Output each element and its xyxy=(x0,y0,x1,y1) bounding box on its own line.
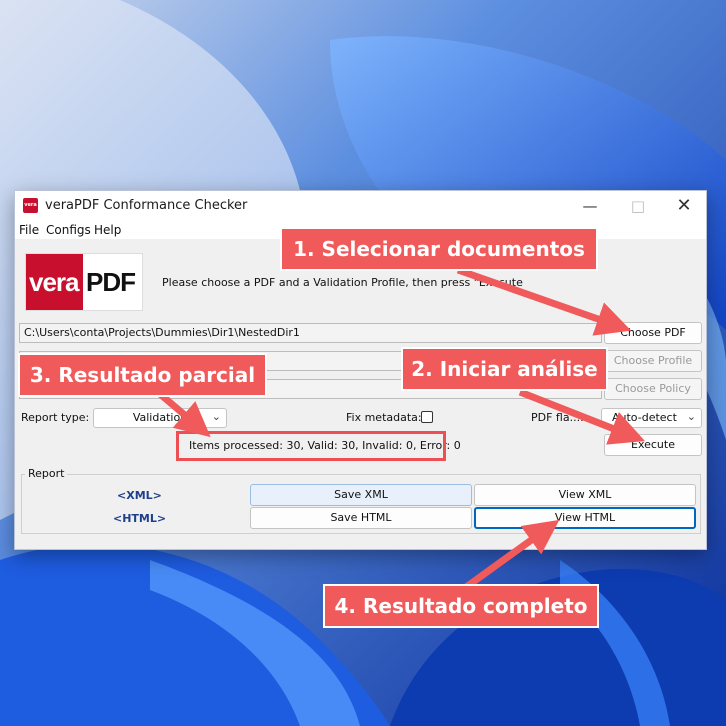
minimize-icon[interactable]: — xyxy=(567,191,613,221)
pdf-flavour-label: PDF fla...: xyxy=(531,411,584,424)
view-html-button[interactable]: View HTML xyxy=(474,507,696,529)
choose-policy-button[interactable]: Choose Policy xyxy=(604,378,702,400)
report-legend: Report xyxy=(25,467,68,480)
callout-step-1: 1. Selecionar documentos xyxy=(280,227,598,271)
pdf-flavour-select[interactable]: Auto-detect ⌄ xyxy=(601,408,702,428)
callout-step-3: 3. Resultado parcial xyxy=(18,353,267,397)
menu-file[interactable]: File xyxy=(19,223,39,237)
title-bar[interactable]: vera veraPDF Conformance Checker — □ ✕ xyxy=(15,191,706,221)
close-icon[interactable]: ✕ xyxy=(661,191,707,221)
fix-metadata-label: Fix metadata: xyxy=(346,411,422,424)
chevron-down-icon: ⌄ xyxy=(211,410,221,423)
window-title: veraPDF Conformance Checker xyxy=(45,198,248,213)
save-html-button[interactable]: Save HTML xyxy=(250,507,472,529)
maximize-icon[interactable]: □ xyxy=(615,191,661,221)
menu-configs[interactable]: Configs xyxy=(46,223,91,237)
callout-step-2: 2. Iniciar análise xyxy=(401,347,608,391)
chevron-down-icon: ⌄ xyxy=(686,410,696,423)
xml-format-label: <XML> xyxy=(117,489,162,502)
report-type-value: Validation xyxy=(132,411,188,424)
html-format-label: <HTML> xyxy=(113,512,167,525)
execute-button[interactable]: Execute xyxy=(604,434,702,456)
logo-vera-text: vera xyxy=(29,267,79,297)
choose-profile-button[interactable]: Choose Profile xyxy=(604,350,702,372)
report-type-label: Report type: xyxy=(21,411,90,424)
report-type-select[interactable]: Validation ⌄ xyxy=(93,408,227,428)
pdf-flavour-value: Auto-detect xyxy=(612,411,677,424)
fix-metadata-checkbox[interactable] xyxy=(421,411,433,423)
view-xml-button[interactable]: View XML xyxy=(474,484,696,506)
logo-pdf-text: PDF xyxy=(86,267,136,297)
verapdf-logo: vera PDF xyxy=(25,253,143,311)
callout-step-4: 4. Resultado completo xyxy=(323,584,599,628)
status-highlight-box xyxy=(176,431,446,461)
verapdf-app-icon: vera xyxy=(23,198,38,213)
pdf-path-field[interactable]: C:\Users\conta\Projects\Dummies\Dir1\Nes… xyxy=(19,323,602,343)
choose-pdf-button[interactable]: Choose PDF xyxy=(604,322,702,344)
save-xml-button[interactable]: Save XML xyxy=(250,484,472,506)
menu-help[interactable]: Help xyxy=(94,223,121,237)
instructions-text: Please choose a PDF and a Validation Pro… xyxy=(162,276,523,289)
